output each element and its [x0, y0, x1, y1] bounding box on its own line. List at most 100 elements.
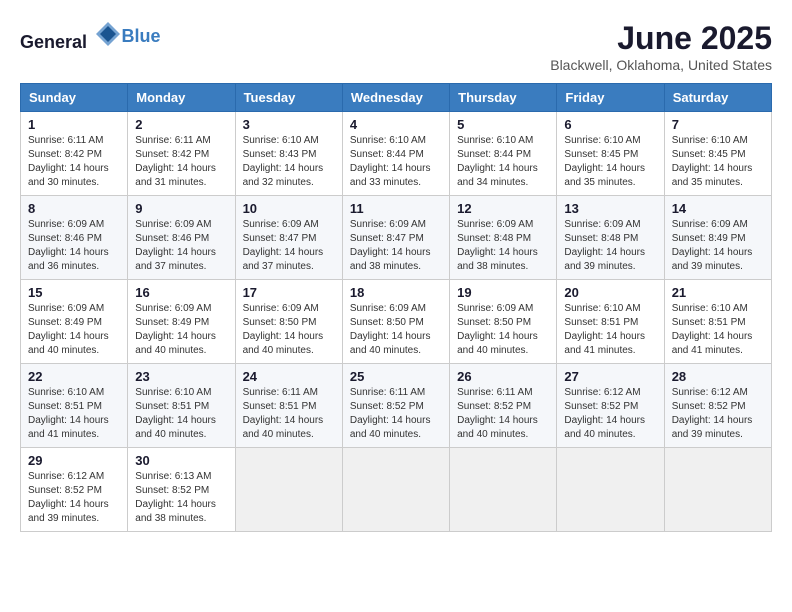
table-row: 19 Sunrise: 6:09 AM Sunset: 8:50 PM Dayl… — [450, 280, 557, 364]
day-number: 27 — [564, 369, 656, 384]
day-info: Sunrise: 6:09 AM Sunset: 8:48 PM Dayligh… — [457, 218, 549, 274]
day-number: 30 — [135, 453, 227, 468]
day-info: Sunrise: 6:10 AM Sunset: 8:44 PM Dayligh… — [457, 134, 549, 190]
table-row: 8 Sunrise: 6:09 AM Sunset: 8:46 PM Dayli… — [21, 196, 128, 280]
table-row: 27 Sunrise: 6:12 AM Sunset: 8:52 PM Dayl… — [557, 364, 664, 448]
calendar-row: 8 Sunrise: 6:09 AM Sunset: 8:46 PM Dayli… — [21, 196, 772, 280]
day-number: 23 — [135, 369, 227, 384]
table-row: 2 Sunrise: 6:11 AM Sunset: 8:42 PM Dayli… — [128, 112, 235, 196]
day-info: Sunrise: 6:09 AM Sunset: 8:50 PM Dayligh… — [350, 302, 442, 358]
col-tuesday: Tuesday — [235, 84, 342, 112]
col-wednesday: Wednesday — [342, 84, 449, 112]
day-number: 17 — [243, 285, 335, 300]
day-info: Sunrise: 6:10 AM Sunset: 8:45 PM Dayligh… — [672, 134, 764, 190]
table-row: 26 Sunrise: 6:11 AM Sunset: 8:52 PM Dayl… — [450, 364, 557, 448]
table-row: 7 Sunrise: 6:10 AM Sunset: 8:45 PM Dayli… — [664, 112, 771, 196]
day-number: 14 — [672, 201, 764, 216]
col-friday: Friday — [557, 84, 664, 112]
day-info: Sunrise: 6:09 AM Sunset: 8:46 PM Dayligh… — [28, 218, 120, 274]
day-number: 24 — [243, 369, 335, 384]
table-row — [342, 448, 449, 532]
day-info: Sunrise: 6:11 AM Sunset: 8:52 PM Dayligh… — [457, 386, 549, 442]
col-saturday: Saturday — [664, 84, 771, 112]
day-number: 22 — [28, 369, 120, 384]
table-row: 5 Sunrise: 6:10 AM Sunset: 8:44 PM Dayli… — [450, 112, 557, 196]
calendar-row: 22 Sunrise: 6:10 AM Sunset: 8:51 PM Dayl… — [21, 364, 772, 448]
day-number: 15 — [28, 285, 120, 300]
table-row: 29 Sunrise: 6:12 AM Sunset: 8:52 PM Dayl… — [21, 448, 128, 532]
calendar-header-row: Sunday Monday Tuesday Wednesday Thursday… — [21, 84, 772, 112]
day-info: Sunrise: 6:10 AM Sunset: 8:45 PM Dayligh… — [564, 134, 656, 190]
table-row: 13 Sunrise: 6:09 AM Sunset: 8:48 PM Dayl… — [557, 196, 664, 280]
table-row: 20 Sunrise: 6:10 AM Sunset: 8:51 PM Dayl… — [557, 280, 664, 364]
table-row: 17 Sunrise: 6:09 AM Sunset: 8:50 PM Dayl… — [235, 280, 342, 364]
day-info: Sunrise: 6:12 AM Sunset: 8:52 PM Dayligh… — [672, 386, 764, 442]
day-info: Sunrise: 6:13 AM Sunset: 8:52 PM Dayligh… — [135, 470, 227, 526]
calendar-row: 1 Sunrise: 6:11 AM Sunset: 8:42 PM Dayli… — [21, 112, 772, 196]
day-info: Sunrise: 6:09 AM Sunset: 8:49 PM Dayligh… — [28, 302, 120, 358]
day-info: Sunrise: 6:09 AM Sunset: 8:47 PM Dayligh… — [243, 218, 335, 274]
day-number: 18 — [350, 285, 442, 300]
day-info: Sunrise: 6:11 AM Sunset: 8:51 PM Dayligh… — [243, 386, 335, 442]
day-number: 9 — [135, 201, 227, 216]
day-info: Sunrise: 6:10 AM Sunset: 8:51 PM Dayligh… — [564, 302, 656, 358]
day-info: Sunrise: 6:10 AM Sunset: 8:51 PM Dayligh… — [28, 386, 120, 442]
day-number: 7 — [672, 117, 764, 132]
table-row: 30 Sunrise: 6:13 AM Sunset: 8:52 PM Dayl… — [128, 448, 235, 532]
day-number: 13 — [564, 201, 656, 216]
table-row — [450, 448, 557, 532]
title-block: June 2025 Blackwell, Oklahoma, United St… — [550, 20, 772, 73]
day-info: Sunrise: 6:10 AM Sunset: 8:51 PM Dayligh… — [672, 302, 764, 358]
col-thursday: Thursday — [450, 84, 557, 112]
table-row: 14 Sunrise: 6:09 AM Sunset: 8:49 PM Dayl… — [664, 196, 771, 280]
col-monday: Monday — [128, 84, 235, 112]
table-row — [235, 448, 342, 532]
col-sunday: Sunday — [21, 84, 128, 112]
day-number: 28 — [672, 369, 764, 384]
day-info: Sunrise: 6:09 AM Sunset: 8:49 PM Dayligh… — [672, 218, 764, 274]
table-row: 24 Sunrise: 6:11 AM Sunset: 8:51 PM Dayl… — [235, 364, 342, 448]
month-title: June 2025 — [550, 20, 772, 57]
day-info: Sunrise: 6:12 AM Sunset: 8:52 PM Dayligh… — [564, 386, 656, 442]
day-number: 10 — [243, 201, 335, 216]
table-row: 9 Sunrise: 6:09 AM Sunset: 8:46 PM Dayli… — [128, 196, 235, 280]
day-number: 21 — [672, 285, 764, 300]
day-number: 11 — [350, 201, 442, 216]
day-number: 26 — [457, 369, 549, 384]
table-row: 10 Sunrise: 6:09 AM Sunset: 8:47 PM Dayl… — [235, 196, 342, 280]
logo-blue: Blue — [122, 26, 161, 46]
table-row: 1 Sunrise: 6:11 AM Sunset: 8:42 PM Dayli… — [21, 112, 128, 196]
day-info: Sunrise: 6:09 AM Sunset: 8:48 PM Dayligh… — [564, 218, 656, 274]
day-number: 20 — [564, 285, 656, 300]
calendar-row: 29 Sunrise: 6:12 AM Sunset: 8:52 PM Dayl… — [21, 448, 772, 532]
day-info: Sunrise: 6:11 AM Sunset: 8:52 PM Dayligh… — [350, 386, 442, 442]
day-number: 25 — [350, 369, 442, 384]
day-info: Sunrise: 6:09 AM Sunset: 8:49 PM Dayligh… — [135, 302, 227, 358]
calendar-table: Sunday Monday Tuesday Wednesday Thursday… — [20, 83, 772, 532]
table-row: 12 Sunrise: 6:09 AM Sunset: 8:48 PM Dayl… — [450, 196, 557, 280]
day-number: 4 — [350, 117, 442, 132]
day-info: Sunrise: 6:09 AM Sunset: 8:50 PM Dayligh… — [457, 302, 549, 358]
logo: General Blue — [20, 20, 161, 53]
day-info: Sunrise: 6:11 AM Sunset: 8:42 PM Dayligh… — [135, 134, 227, 190]
table-row: 28 Sunrise: 6:12 AM Sunset: 8:52 PM Dayl… — [664, 364, 771, 448]
day-number: 1 — [28, 117, 120, 132]
table-row: 21 Sunrise: 6:10 AM Sunset: 8:51 PM Dayl… — [664, 280, 771, 364]
day-number: 19 — [457, 285, 549, 300]
table-row: 11 Sunrise: 6:09 AM Sunset: 8:47 PM Dayl… — [342, 196, 449, 280]
table-row: 15 Sunrise: 6:09 AM Sunset: 8:49 PM Dayl… — [21, 280, 128, 364]
day-number: 29 — [28, 453, 120, 468]
day-info: Sunrise: 6:12 AM Sunset: 8:52 PM Dayligh… — [28, 470, 120, 526]
table-row: 23 Sunrise: 6:10 AM Sunset: 8:51 PM Dayl… — [128, 364, 235, 448]
day-info: Sunrise: 6:10 AM Sunset: 8:43 PM Dayligh… — [243, 134, 335, 190]
day-info: Sunrise: 6:09 AM Sunset: 8:50 PM Dayligh… — [243, 302, 335, 358]
day-number: 16 — [135, 285, 227, 300]
day-info: Sunrise: 6:09 AM Sunset: 8:47 PM Dayligh… — [350, 218, 442, 274]
page-header: General Blue June 2025 Blackwell, Oklaho… — [20, 20, 772, 73]
table-row: 6 Sunrise: 6:10 AM Sunset: 8:45 PM Dayli… — [557, 112, 664, 196]
day-number: 6 — [564, 117, 656, 132]
day-info: Sunrise: 6:10 AM Sunset: 8:44 PM Dayligh… — [350, 134, 442, 190]
day-number: 2 — [135, 117, 227, 132]
day-number: 3 — [243, 117, 335, 132]
logo-general: General — [20, 32, 87, 52]
